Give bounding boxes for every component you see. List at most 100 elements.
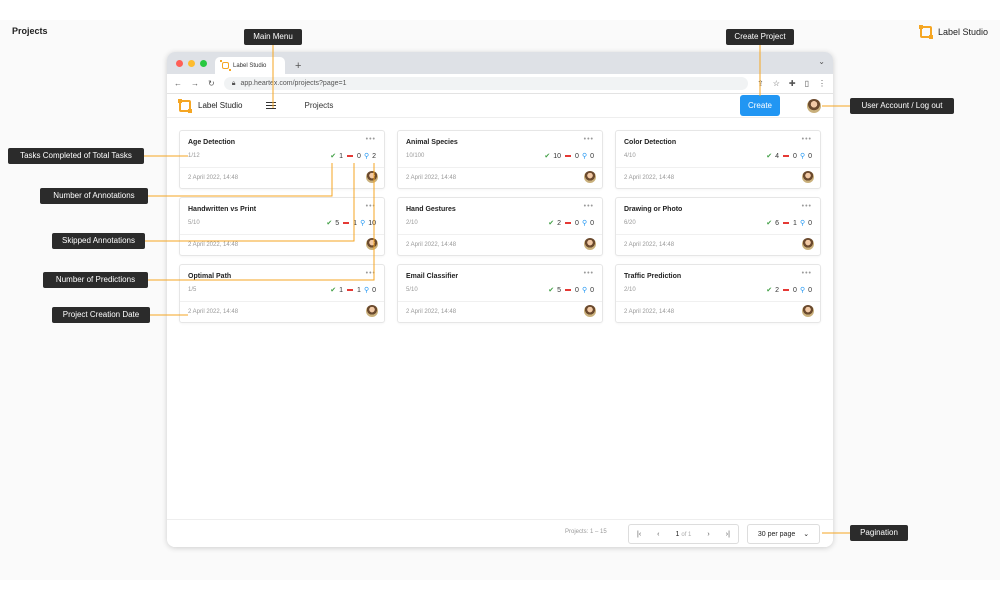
minimize-window-icon[interactable] [188,60,195,67]
extensions-icon[interactable]: ✚ [789,79,796,88]
create-project-button[interactable]: Create [740,95,780,116]
more-dots-icon[interactable]: ••• [366,136,376,143]
skip-dash-icon [783,222,790,224]
back-arrow-icon[interactable]: ← [174,79,182,88]
project-card[interactable]: Drawing or Photo ••• 6/20 ✔ 6 1 ⚲ 0 2 April 2022… [615,197,821,256]
maximize-window-icon[interactable] [200,60,207,67]
per-page-value: 30 per page [757,530,796,538]
browser-window: Label Studio + ⌄ ← → ↻ 🔒︎ app.heartex.co… [167,52,833,547]
avatar[interactable] [802,171,814,183]
completed-count: 1 [339,152,344,160]
close-window-icon[interactable] [176,60,183,67]
last-page-icon[interactable]: ›| [726,531,730,538]
pagination: |‹ ‹ 1 of 1 › ›| [628,524,739,544]
user-avatar[interactable] [807,99,821,113]
next-page-icon[interactable]: › [707,531,709,538]
project-card[interactable]: Email Classifier ••• 5/10 ✔ 5 0 ⚲ 0 2 April 2022… [397,264,603,323]
avatar[interactable] [802,305,814,317]
share-icon[interactable]: ⇪ [757,79,764,88]
callout-tasks-completed: Tasks Completed of Total Tasks [8,148,144,164]
tasks-progress: 10/100 [406,153,425,159]
project-title: Email Classifier [406,273,459,280]
prediction-bulb-icon: ⚲ [799,220,806,227]
avatar[interactable] [584,305,596,317]
project-title: Traffic Prediction [624,273,682,280]
more-dots-icon[interactable]: ••• [802,136,812,143]
skipped-count: 0 [793,152,797,160]
tasks-progress: 6/20 [624,220,636,226]
skip-dash-icon [783,289,790,291]
more-dots-icon[interactable]: ••• [802,270,812,277]
completed-count: 1 [339,286,344,294]
project-stats: ✔ 6 1 ⚲ 0 [766,219,812,228]
more-dots-icon[interactable]: ••• [584,136,594,143]
tasks-progress: 1/12 [188,153,200,159]
more-dots-icon[interactable]: ••• [802,203,812,210]
avatar[interactable] [584,238,596,250]
predictions-count: 0 [808,286,812,294]
prediction-bulb-icon: ⚲ [360,220,366,227]
tasks-progress: 2/10 [406,220,418,226]
current-page: 1 [675,530,680,538]
sidepanel-icon[interactable]: ▯ [805,79,809,88]
app-brand-label: Label Studio [198,101,243,110]
bookmark-star-icon[interactable]: ☆ [773,79,780,88]
completed-count: 10 [553,152,562,160]
total-pages: of 1 [681,531,692,538]
avatar[interactable] [366,238,378,250]
creation-date: 2 April 2022, 14:48 [406,175,457,181]
breadcrumb[interactable]: Projects [304,101,333,110]
project-card[interactable]: Traffic Prediction ••• 2/10 ✔ 2 0 ⚲ 0 2 April 20… [615,264,821,323]
browser-tab[interactable]: Label Studio [215,57,285,74]
url-field[interactable]: 🔒︎ app.heartex.com/projects?page=1 [223,77,749,90]
reload-icon[interactable]: ↻ [208,79,215,88]
new-tab-button[interactable]: + [295,60,301,74]
project-card[interactable]: Age Detection ••• 1/12 ✔ 1 0 ⚲ 2 2 April 2022, 1… [179,130,385,189]
window-controls [176,60,207,67]
prediction-bulb-icon: ⚲ [581,287,588,294]
completed-count: 2 [775,286,780,294]
completed-count: 6 [775,219,780,227]
card-divider [616,301,820,302]
project-title: Color Detection [624,139,677,146]
app-brand[interactable]: Label Studio [178,98,243,113]
prev-page-icon[interactable]: ‹ [657,531,659,538]
project-card[interactable]: Color Detection ••• 4/10 ✔ 4 0 ⚲ 0 2 April 2022,… [615,130,821,189]
avatar[interactable] [366,171,378,183]
tab-list-chevron-icon[interactable]: ⌄ [818,57,825,66]
callout-creation-date: Project Creation Date [52,307,150,323]
lock-icon: 🔒︎ [231,79,236,87]
avatar[interactable] [366,305,378,317]
forward-arrow-icon[interactable]: → [191,79,199,88]
project-card[interactable]: Handwritten vs Print ••• 5/10 ✔ 5 1 ⚲ 10 2 April… [179,197,385,256]
more-dots-icon[interactable]: ••• [366,203,376,210]
completed-count: 2 [557,219,562,227]
skip-dash-icon [343,222,350,224]
callout-num-predictions: Number of Predictions [43,272,148,288]
creation-date: 2 April 2022, 14:48 [188,175,239,181]
hamburger-menu-icon[interactable] [266,102,277,109]
more-dots-icon[interactable]: ••• [584,270,594,277]
project-card[interactable]: Optimal Path ••• 1/5 ✔ 1 1 ⚲ 0 2 April 2022, 14:… [179,264,385,323]
avatar[interactable] [584,171,596,183]
browser-menu-icon[interactable]: ⋮ [818,79,826,88]
more-dots-icon[interactable]: ••• [366,270,376,277]
check-icon: ✔ [326,220,333,227]
more-dots-icon[interactable]: ••• [584,203,594,210]
app-header: Label Studio Projects Create [167,94,833,118]
chevron-down-icon: ⌄ [803,531,810,538]
project-card[interactable]: Animal Species ••• 10/100 ✔ 10 0 ⚲ 0 2 April 202… [397,130,603,189]
project-stats: ✔ 2 0 ⚲ 0 [766,286,812,295]
check-icon: ✔ [766,153,773,160]
first-page-icon[interactable]: |‹ [637,531,641,538]
avatar[interactable] [802,238,814,250]
browser-actions: ⇪ ☆ ✚ ▯ ⋮ [757,79,826,88]
creation-date: 2 April 2022, 14:48 [406,309,457,315]
callout-main-menu: Main Menu [244,29,302,45]
address-bar: ← → ↻ 🔒︎ app.heartex.com/projects?page=1… [167,74,833,94]
check-icon: ✔ [548,220,555,227]
prediction-bulb-icon: ⚲ [581,220,588,227]
per-page-select[interactable]: 30 per page ⌄ [747,524,820,544]
card-divider [398,301,602,302]
project-card[interactable]: Hand Gestures ••• 2/10 ✔ 2 0 ⚲ 0 2 April 2022, 1… [397,197,603,256]
